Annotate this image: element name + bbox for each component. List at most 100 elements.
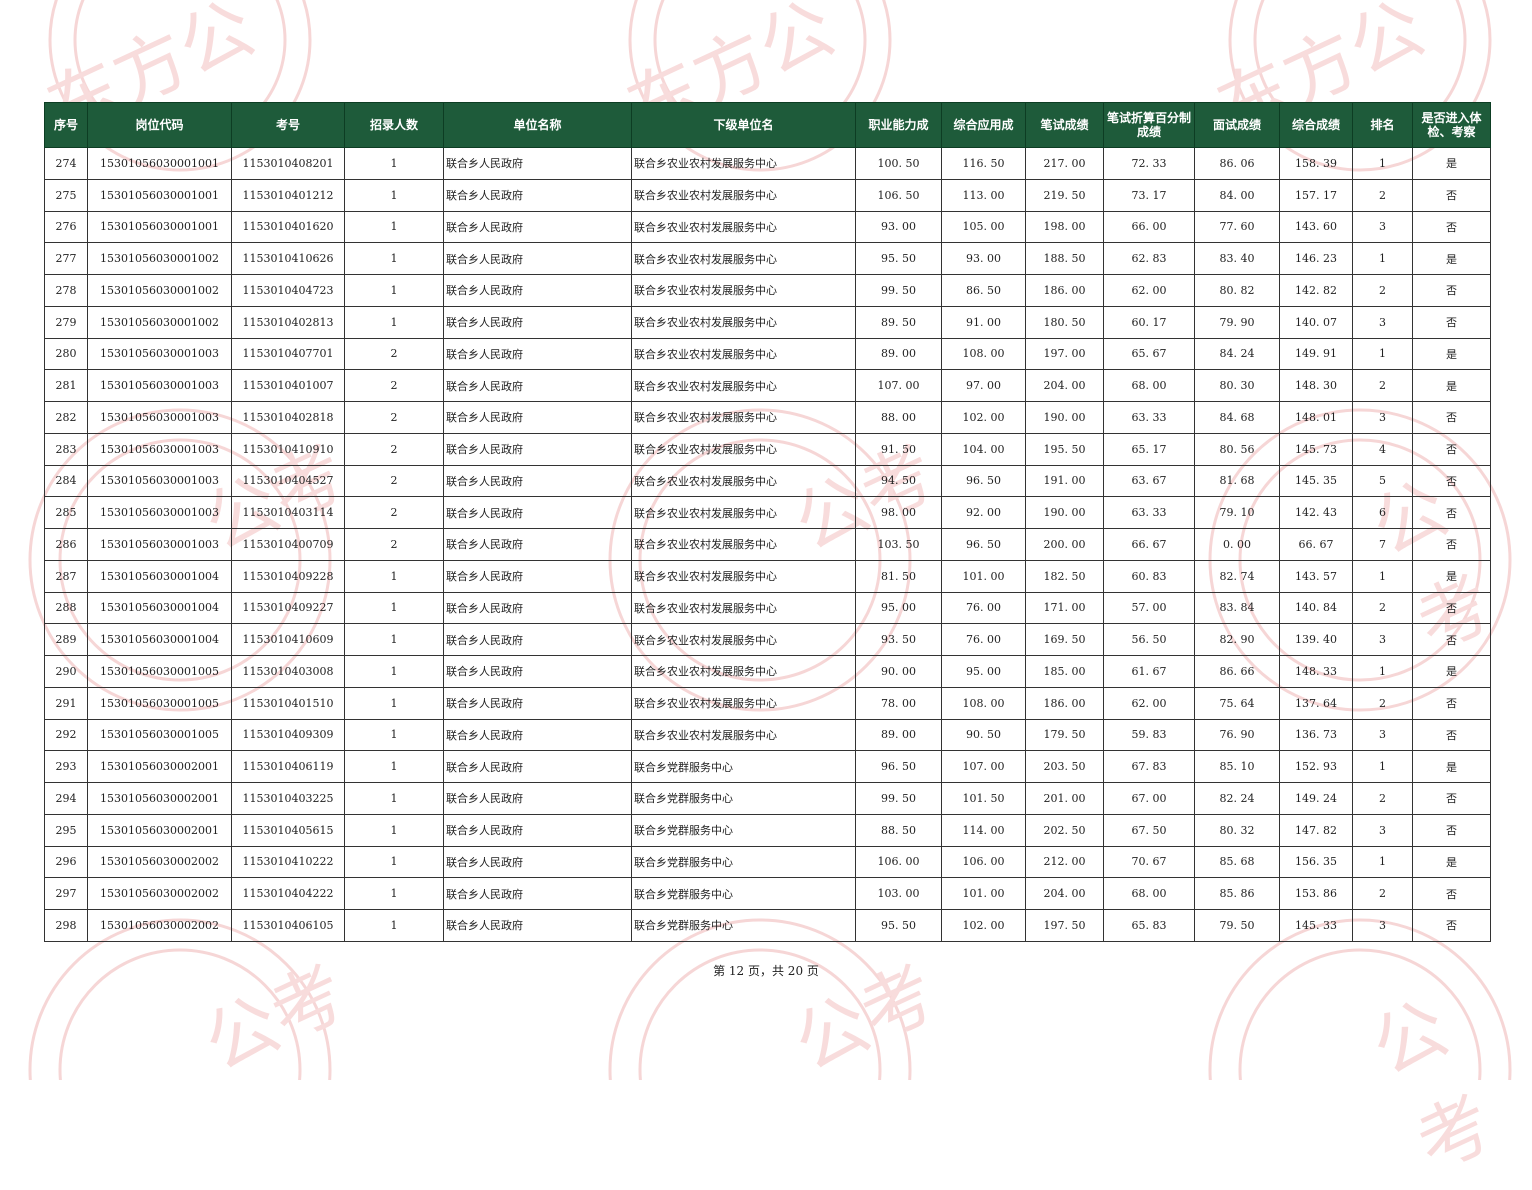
advance-cell: 否 — [1412, 909, 1491, 942]
written-score-cell: 219. 50 — [1025, 178, 1104, 212]
application-score-cell: 97. 00 — [941, 369, 1026, 402]
written-percent-cell: 60. 17 — [1103, 305, 1195, 339]
serial-cell: 285 — [44, 496, 88, 529]
total-score-cell: 152. 93 — [1279, 750, 1353, 783]
position-code-cell: 15301056030001004 — [87, 559, 232, 593]
total-score-cell: 140. 07 — [1279, 305, 1353, 339]
written-percent-cell: 65. 83 — [1103, 909, 1195, 942]
quota-cell: 2 — [344, 464, 444, 498]
exam-number-cell: 1153010401510 — [231, 686, 345, 720]
written-percent-cell: 68. 00 — [1103, 369, 1195, 402]
quota-cell: 1 — [344, 274, 444, 307]
written-percent-cell: 61. 67 — [1103, 655, 1195, 688]
rank-cell: 2 — [1352, 782, 1413, 815]
unit-name-cell: 联合乡人民政府 — [443, 750, 632, 783]
interview-score-cell: 79. 10 — [1194, 496, 1280, 529]
rank-cell: 1 — [1352, 750, 1413, 783]
quota-cell: 1 — [344, 305, 444, 339]
exam-number-cell: 1153010401212 — [231, 178, 345, 212]
aptitude-score-cell: 90. 00 — [855, 655, 942, 688]
exam-number-cell: 1153010401620 — [231, 210, 345, 244]
exam-number-cell: 1153010410910 — [231, 432, 345, 466]
position-code-cell: 15301056030001003 — [87, 464, 232, 498]
exam-number-cell: 1153010401007 — [231, 369, 345, 402]
rank-cell: 3 — [1352, 305, 1413, 339]
unit-name-cell: 联合乡人民政府 — [443, 242, 632, 275]
written-percent-cell: 62. 00 — [1103, 686, 1195, 720]
subunit-name-cell: 联合乡农业农村发展服务中心 — [631, 559, 856, 593]
advance-cell: 否 — [1412, 686, 1491, 720]
serial-cell: 298 — [44, 909, 88, 942]
interview-score-cell: 85. 86 — [1194, 877, 1280, 910]
written-score-cell: 171. 00 — [1025, 591, 1104, 625]
application-score-cell: 101. 00 — [941, 877, 1026, 910]
aptitude-score-cell: 95. 50 — [855, 909, 942, 942]
interview-score-cell: 79. 50 — [1194, 909, 1280, 942]
total-score-cell: 157. 17 — [1279, 178, 1353, 212]
aptitude-score-cell: 99. 50 — [855, 274, 942, 307]
position-code-cell: 15301056030002001 — [87, 750, 232, 783]
total-score-cell: 143. 57 — [1279, 559, 1353, 593]
position-code-cell: 15301056030002001 — [87, 813, 232, 847]
aptitude-score-cell: 103. 00 — [855, 877, 942, 910]
subunit-name-cell: 联合乡农业农村发展服务中心 — [631, 496, 856, 529]
serial-cell: 286 — [44, 528, 88, 561]
position-code-cell: 15301056030002002 — [87, 877, 232, 910]
application-score-cell: 96. 50 — [941, 528, 1026, 561]
total-score-cell: 136. 73 — [1279, 718, 1353, 752]
advance-cell: 否 — [1412, 813, 1491, 847]
total-score-cell: 149. 24 — [1279, 782, 1353, 815]
position-code-cell: 15301056030001005 — [87, 718, 232, 752]
interview-score-cell: 84. 68 — [1194, 401, 1280, 434]
exam-number-cell: 1153010410609 — [231, 623, 345, 656]
written-score-cell: 190. 00 — [1025, 496, 1104, 529]
total-score-cell: 143. 60 — [1279, 210, 1353, 244]
advance-cell: 否 — [1412, 623, 1491, 656]
position-code-cell: 15301056030001003 — [87, 496, 232, 529]
written-score-cell: 191. 00 — [1025, 464, 1104, 498]
serial-cell: 289 — [44, 623, 88, 656]
interview-score-cell: 82. 90 — [1194, 623, 1280, 656]
rank-cell: 2 — [1352, 877, 1413, 910]
aptitude-score-cell: 89. 00 — [855, 337, 942, 371]
position-code-cell: 15301056030001004 — [87, 623, 232, 656]
written-score-cell: 188. 50 — [1025, 242, 1104, 275]
serial-cell: 274 — [44, 147, 88, 180]
interview-score-cell: 76. 90 — [1194, 718, 1280, 752]
table-row: 276 15301056030001001 1153010401620 1 联合乡人民政… — [44, 210, 1491, 244]
serial-cell: 278 — [44, 274, 88, 307]
unit-name-cell: 联合乡人民政府 — [443, 686, 632, 720]
subunit-name-cell: 联合乡党群服务中心 — [631, 845, 856, 879]
total-score-cell: 148. 30 — [1279, 369, 1353, 402]
rank-cell: 5 — [1352, 464, 1413, 498]
exam-number-cell: 1153010403225 — [231, 782, 345, 815]
application-score-cell: 92. 00 — [941, 496, 1026, 529]
serial-cell: 294 — [44, 782, 88, 815]
position-code-cell: 15301056030001003 — [87, 432, 232, 466]
advance-cell: 否 — [1412, 591, 1491, 625]
written-percent-cell: 66. 67 — [1103, 528, 1195, 561]
subunit-name-cell: 联合乡农业农村发展服务中心 — [631, 369, 856, 402]
advance-cell: 否 — [1412, 718, 1491, 752]
application-score-cell: 95. 00 — [941, 655, 1026, 688]
written-percent-cell: 67. 00 — [1103, 782, 1195, 815]
exam-number-cell: 1153010406105 — [231, 909, 345, 942]
table-row: 291 15301056030001005 1153010401510 1 联合乡人民政… — [44, 686, 1491, 720]
quota-cell: 1 — [344, 178, 444, 212]
position-code-cell: 15301056030001001 — [87, 178, 232, 212]
application-score-cell: 76. 00 — [941, 623, 1026, 656]
written-score-cell: 212. 00 — [1025, 845, 1104, 879]
position-code-cell: 15301056030001001 — [87, 147, 232, 180]
position-code-cell: 15301056030001002 — [87, 305, 232, 339]
written-percent-cell: 63. 33 — [1103, 496, 1195, 529]
unit-name-cell: 联合乡人民政府 — [443, 909, 632, 942]
subunit-name-cell: 联合乡党群服务中心 — [631, 909, 856, 942]
advance-cell: 是 — [1412, 559, 1491, 593]
exam-number-cell: 1153010400709 — [231, 528, 345, 561]
serial-cell: 291 — [44, 686, 88, 720]
table-row: 292 15301056030001005 1153010409309 1 联合乡人民政… — [44, 718, 1491, 752]
application-score-cell: 114. 00 — [941, 813, 1026, 847]
interview-score-cell: 83. 40 — [1194, 242, 1280, 275]
written-score-cell: 197. 50 — [1025, 909, 1104, 942]
exam-number-cell: 1153010409309 — [231, 718, 345, 752]
